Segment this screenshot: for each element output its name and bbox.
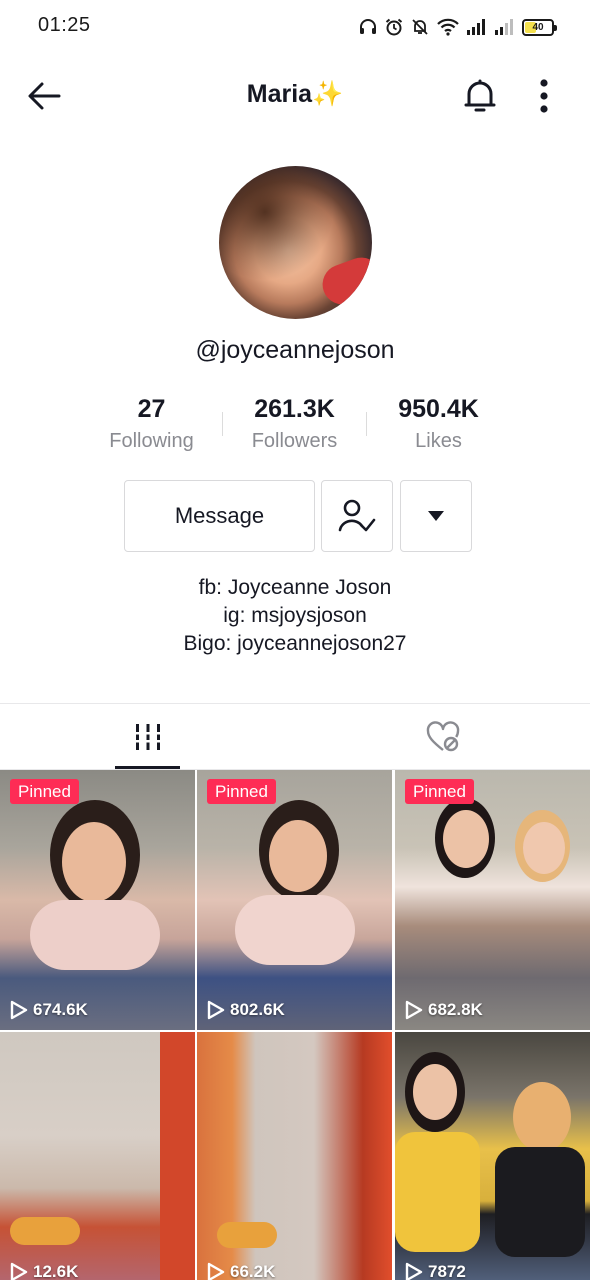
message-button[interactable]: Message: [124, 480, 315, 552]
profile-stats: 27 Following 261.3K Followers 950.4K Lik…: [80, 392, 510, 464]
video-thumbnail[interactable]: Pinned 682.8K: [395, 770, 590, 1030]
stat-likes-label: Likes: [415, 430, 462, 452]
view-count-text: 66.2K: [230, 1262, 276, 1280]
more-vertical-icon: [540, 79, 548, 113]
grid-lines-icon: [134, 723, 161, 750]
tab-liked-videos[interactable]: [295, 704, 590, 769]
suggested-accounts-button[interactable]: [400, 480, 472, 552]
play-outline-icon: [207, 1000, 225, 1020]
following-status-button[interactable]: [321, 480, 393, 552]
bio-line: Bigo: joyceannejoson27: [183, 632, 407, 655]
play-outline-icon: [405, 1262, 423, 1280]
view-count: 802.6K: [207, 1000, 285, 1020]
status-bar: 01:25 40: [0, 0, 590, 54]
play-outline-icon: [207, 1262, 225, 1280]
stat-followers-label: Followers: [251, 430, 338, 452]
signal-icon: [467, 19, 485, 35]
signal-2-icon: [495, 19, 513, 35]
mute-bell-icon: [412, 19, 428, 35]
bio-line: fb: Joyceanne Joson: [198, 576, 392, 599]
view-count: 674.6K: [10, 1000, 88, 1020]
video-grid: Pinned 674.6K Pinned 802.6K Pinned 682.8…: [0, 770, 590, 1280]
status-icons: 40: [358, 14, 557, 40]
video-thumbnail[interactable]: 12.6K: [0, 1032, 195, 1280]
view-count: 12.6K: [10, 1262, 78, 1280]
view-count-text: 12.6K: [33, 1262, 79, 1280]
view-count-text: 7872: [428, 1262, 466, 1280]
profile-tabs: [0, 704, 590, 770]
view-count: 66.2K: [207, 1262, 275, 1280]
view-count-text: 682.8K: [428, 1000, 483, 1019]
tab-videos[interactable]: [0, 704, 295, 769]
stat-likes[interactable]: 950.4K Likes: [367, 392, 510, 456]
user-check-icon: [338, 499, 376, 532]
stat-likes-value: 950.4K: [398, 395, 479, 423]
active-tab-indicator: [115, 766, 180, 769]
stat-following[interactable]: 27 Following: [80, 392, 223, 456]
pinned-badge: Pinned: [10, 779, 79, 804]
view-count: 7872: [405, 1262, 466, 1280]
stat-followers[interactable]: 261.3K Followers: [223, 392, 366, 456]
username-handle: @joyceannejoson: [195, 336, 395, 364]
bell-icon: [464, 79, 496, 112]
video-thumbnail[interactable]: 66.2K: [197, 1032, 392, 1280]
stat-following-value: 27: [137, 395, 166, 423]
pinned-badge: Pinned: [405, 779, 474, 804]
view-count-text: 674.6K: [33, 1000, 88, 1019]
stat-following-label: Following: [109, 430, 194, 452]
battery-icon: 40: [522, 18, 557, 36]
alarm-icon: [385, 18, 403, 36]
headphones-icon: [360, 19, 376, 34]
top-nav: Maria✨: [0, 60, 590, 132]
pinned-badge: Pinned: [207, 779, 276, 804]
view-count-text: 802.6K: [230, 1000, 285, 1019]
video-thumbnail[interactable]: 7872: [395, 1032, 590, 1280]
battery-level: 40: [532, 21, 544, 33]
play-outline-icon: [405, 1000, 423, 1020]
bio-line: ig: msjoysjoson: [223, 604, 367, 627]
status-time: 01:25: [38, 14, 91, 36]
video-thumbnail[interactable]: Pinned 802.6K: [197, 770, 392, 1030]
play-outline-icon: [10, 1000, 28, 1020]
wifi-icon: [437, 18, 459, 36]
notification-button[interactable]: [458, 74, 502, 118]
avatar[interactable]: [219, 166, 372, 319]
caret-down-icon: [428, 511, 444, 521]
bio: fb: Joyceanne Joson ig: msjoysjoson Bigo…: [0, 574, 590, 658]
video-thumbnail[interactable]: Pinned 674.6K: [0, 770, 195, 1030]
stat-followers-value: 261.3K: [254, 395, 335, 423]
view-count: 682.8K: [405, 1000, 483, 1020]
heart-hidden-icon: [426, 720, 459, 751]
more-options-button[interactable]: [524, 74, 564, 118]
play-outline-icon: [10, 1262, 28, 1280]
